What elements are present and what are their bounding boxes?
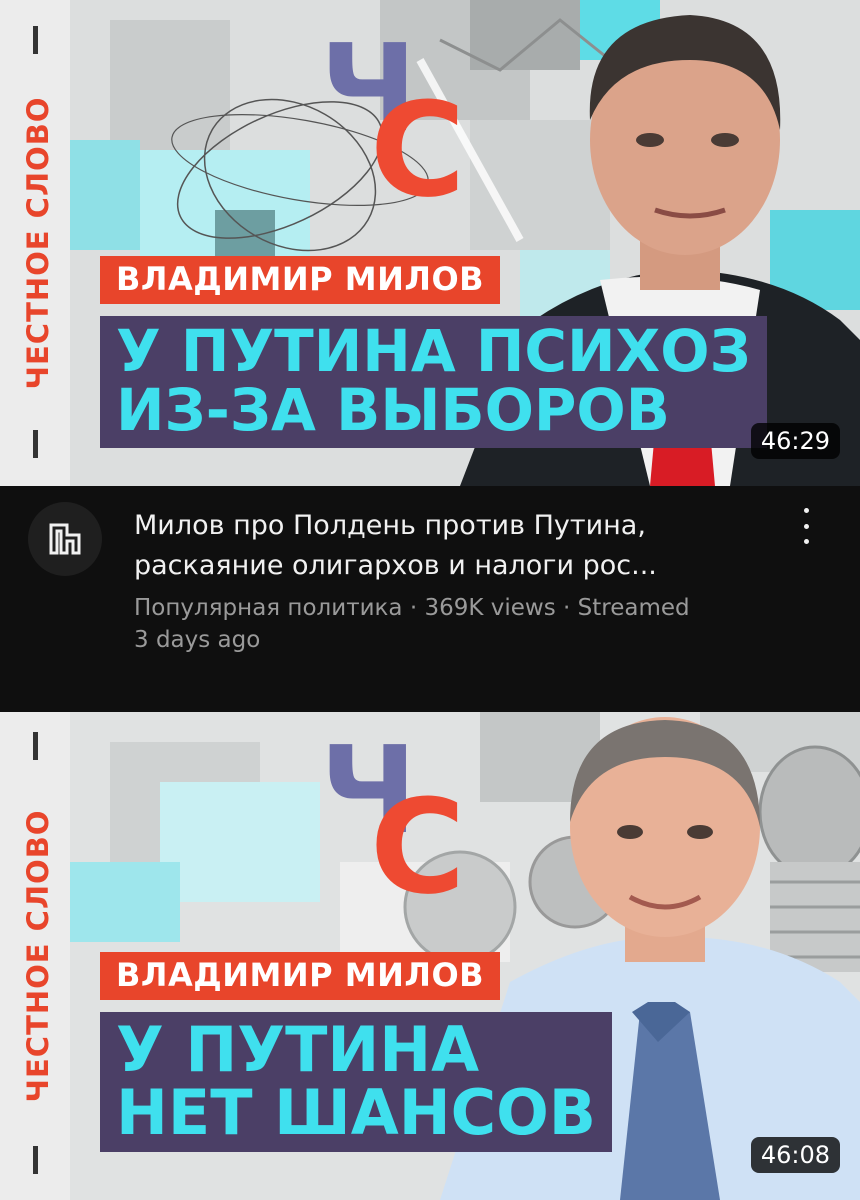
menu-dot	[803, 523, 809, 529]
speaker-name-tag: ВЛАДИМИР МИЛОВ	[100, 256, 501, 304]
side-bar-bottom	[33, 430, 38, 458]
video-subtitle-line: Популярная политика · 369K views · Strea…	[134, 595, 690, 621]
headline-line: ИЗ-ЗА ВЫБОРОВ	[116, 376, 670, 445]
channel-avatar[interactable]	[28, 502, 102, 576]
side-bar-top	[33, 732, 38, 760]
more-vert-icon[interactable]	[796, 506, 816, 546]
menu-dot	[803, 539, 809, 544]
video-meta: Милов про Полдень против Путина, раскаян…	[0, 486, 860, 712]
menu-dot	[803, 508, 809, 513]
video-thumbnail[interactable]: ЧЕСТНОЕ СЛОВО Ч С ВЛАДИМИР МИЛОВ У ПУТИН…	[0, 712, 860, 1200]
speaker-name-tag: ВЛАДИМИР МИЛОВ	[100, 952, 501, 1000]
video-title-line: Милов про Полдень против Путина,	[134, 510, 646, 541]
side-strip: ЧЕСТНОЕ СЛОВО	[0, 0, 70, 486]
channel-logo-icon	[49, 523, 81, 555]
duration-badge: 46:29	[750, 423, 840, 459]
side-brand-text: ЧЕСТНОЕ СЛОВО	[21, 96, 55, 390]
video-subtitle-line: 3 days ago	[134, 627, 261, 653]
duration-badge: 46:08	[750, 1137, 840, 1173]
thumbnail-headline: У ПУТИНА НЕТ ШАНСОВ	[100, 1012, 613, 1153]
video-thumbnail[interactable]: ЧЕСТНОЕ СЛОВО Ч С ВЛАДИМИР МИЛОВ У ПУТИН…	[0, 0, 860, 486]
side-bar-top	[33, 26, 38, 54]
thumbnail-headline: У ПУТИНА ПСИХОЗ ИЗ-ЗА ВЫБОРОВ	[100, 316, 767, 449]
headline-line: У ПУТИНА	[116, 1013, 480, 1086]
headline-line: У ПУТИНА ПСИХОЗ	[116, 317, 751, 385]
side-strip: ЧЕСТНОЕ СЛОВО	[0, 712, 70, 1200]
video-title[interactable]: Милов про Полдень против Путина, раскаян…	[134, 506, 774, 586]
video-subtitle: Популярная политика · 369K views · Strea…	[134, 592, 794, 656]
video-title-line: раскаяние олигархов и налоги рос...	[134, 550, 657, 581]
headline-line: НЕТ ШАНСОВ	[116, 1076, 597, 1150]
side-bar-bottom	[33, 1146, 38, 1174]
side-brand-text: ЧЕСТНОЕ СЛОВО	[21, 809, 55, 1103]
